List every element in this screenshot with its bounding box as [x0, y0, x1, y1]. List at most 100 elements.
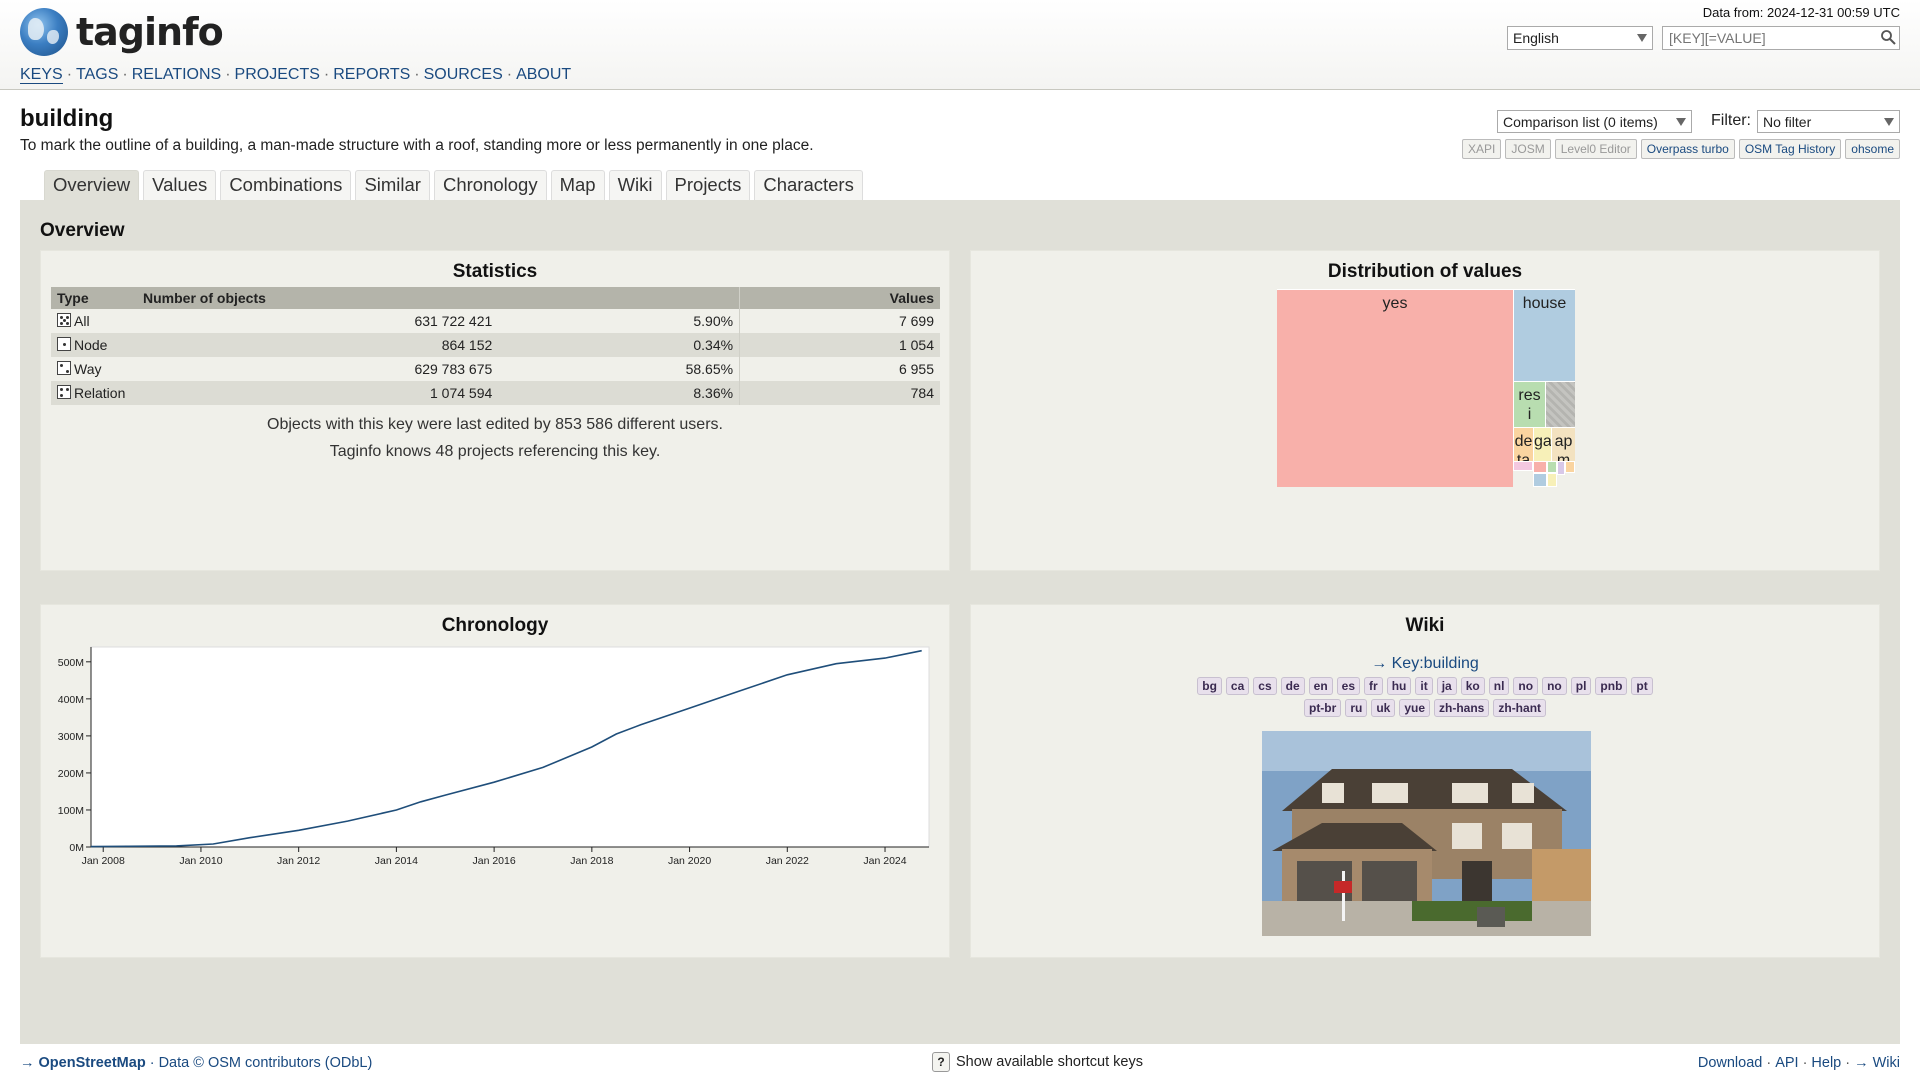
nav-tags[interactable]: TAGS: [76, 66, 118, 83]
chronology-title: Chronology: [441, 615, 549, 636]
data-credit[interactable]: · Data © OSM contributors (ODbL): [150, 1055, 373, 1071]
wiki-key-link[interactable]: → Key:building: [971, 655, 1879, 673]
y-tick-label: 100M: [58, 805, 84, 817]
y-tick-label: 0M: [69, 842, 84, 854]
footer-left: → OpenStreetMap · Data © OSM contributor…: [20, 1055, 372, 1071]
treemap-cell[interactable]: de ta: [1513, 427, 1533, 461]
wiki-lang-ja[interactable]: ja: [1436, 677, 1457, 695]
treemap-cell[interactable]: ga: [1533, 427, 1551, 461]
key-description: To mark the outline of a building, a man…: [20, 137, 814, 154]
footer-link-wiki[interactable]: → Wiki: [1854, 1055, 1900, 1071]
wiki-lang-ca[interactable]: ca: [1225, 677, 1250, 695]
wiki-lang-nl[interactable]: nl: [1488, 677, 1510, 695]
wiki-link-text[interactable]: → Key:building: [1371, 655, 1479, 672]
tab-map[interactable]: Map: [550, 170, 605, 200]
shortcut-hint[interactable]: ? Show available shortcut keys: [932, 1052, 1143, 1072]
ohsome-button[interactable]: ohsome: [1845, 139, 1900, 159]
nav-keys[interactable]: KEYS: [20, 66, 63, 84]
wiki-lang-it[interactable]: it: [1415, 677, 1433, 695]
tab-similar[interactable]: Similar: [355, 170, 430, 200]
footer-link-api[interactable]: API: [1775, 1055, 1798, 1071]
tab-characters[interactable]: Characters: [754, 170, 863, 200]
nav-separator: ·: [225, 66, 231, 83]
wiki-lang-bg[interactable]: bg: [1197, 677, 1222, 695]
col-values: Values: [739, 287, 940, 309]
x-tick-label: Jan 2008: [82, 855, 125, 867]
tab-chronology[interactable]: Chronology: [433, 170, 547, 200]
stats-percent: 5.90%: [498, 309, 741, 333]
treemap-cell[interactable]: ap m: [1551, 427, 1575, 461]
stats-type-label: Node: [74, 337, 108, 353]
nav-reports[interactable]: REPORTS: [333, 66, 410, 83]
search-icon[interactable]: [1880, 29, 1896, 45]
wiki-lang-pt[interactable]: pt: [1631, 677, 1653, 695]
wiki-lang-de[interactable]: de: [1280, 677, 1305, 695]
wiki-lang-es[interactable]: es: [1336, 677, 1361, 695]
tab-combinations[interactable]: Combinations: [220, 170, 352, 200]
external-tools: XAPI JOSM Level0 Editor Overpass turbo OSM T…: [1462, 139, 1900, 159]
overpass-turbo-button[interactable]: Overpass turbo: [1640, 139, 1735, 159]
wiki-lang-zh-hant[interactable]: zh-hant: [1493, 699, 1547, 717]
wiki-lang-hu[interactable]: hu: [1386, 677, 1412, 695]
treemap-cell[interactable]: [1557, 461, 1565, 475]
treemap-cell[interactable]: [1545, 381, 1575, 427]
treemap-cell[interactable]: [1533, 461, 1547, 473]
filter-value: No filter: [1763, 114, 1812, 130]
treemap-cell[interactable]: [1547, 461, 1557, 473]
wiki-lang-pt-br[interactable]: pt-br: [1303, 699, 1342, 717]
footer-link-help[interactable]: Help: [1811, 1055, 1841, 1071]
footer-link-download[interactable]: Download: [1698, 1055, 1763, 1071]
treemap-cell[interactable]: house: [1513, 289, 1575, 381]
nav-relations[interactable]: RELATIONS: [132, 66, 222, 83]
x-tick-label: Jan 2012: [277, 855, 320, 867]
footer-separator: ·: [1766, 1055, 1772, 1071]
wiki-lang-ko[interactable]: ko: [1460, 677, 1485, 695]
xapi-button[interactable]: XAPI: [1462, 139, 1502, 159]
shortcut-text[interactable]: Show available shortcut keys: [956, 1054, 1143, 1070]
wiki-lang-en[interactable]: en: [1308, 677, 1333, 695]
stats-values: 6 955: [739, 357, 940, 381]
wiki-lang-cs[interactable]: cs: [1253, 677, 1277, 695]
top-navigation: KEYS · TAGS · RELATIONS · PROJECTS · REPORTS · SOU…: [20, 66, 571, 84]
nav-sources[interactable]: SOURCES: [424, 66, 503, 83]
nav-separator: ·: [122, 66, 128, 83]
nav-about[interactable]: ABOUT: [516, 66, 571, 83]
values-treemap[interactable]: yes house res i de ta ga ap m: [1277, 289, 1575, 487]
josm-button[interactable]: JOSM: [1505, 139, 1551, 159]
search-input[interactable]: [1662, 26, 1900, 50]
language-select[interactable]: English: [1507, 26, 1653, 50]
treemap-cell[interactable]: [1547, 473, 1557, 487]
treemap-cell[interactable]: yes: [1277, 289, 1513, 487]
wiki-lang-fr[interactable]: fr: [1364, 677, 1383, 695]
y-tick-label: 300M: [58, 731, 84, 743]
way-type-icon: [57, 361, 71, 375]
wiki-lang-no[interactable]: no: [1513, 677, 1539, 695]
nav-projects[interactable]: PROJECTS: [235, 66, 320, 83]
wiki-lang-zh-hans[interactable]: zh-hans: [1434, 699, 1490, 717]
osm-link[interactable]: → OpenStreetMap: [20, 1055, 146, 1071]
treemap-cell[interactable]: [1565, 461, 1575, 473]
tab-overview[interactable]: Overview: [44, 170, 140, 200]
treemap-cell[interactable]: [1533, 473, 1547, 487]
osm-tag-history-button[interactable]: OSM Tag History: [1738, 139, 1842, 159]
y-tick-label: 500M: [58, 657, 84, 669]
distribution-box: Distribution of values yes house res i de t…: [970, 250, 1880, 571]
level0-editor-button[interactable]: Level0 Editor: [1554, 139, 1637, 159]
wiki-lang-no[interactable]: no: [1542, 677, 1567, 695]
tab-values[interactable]: Values: [143, 170, 217, 200]
wiki-lang-uk[interactable]: uk: [1371, 699, 1396, 717]
x-tick-label: Jan 2018: [570, 855, 613, 867]
tab-wiki[interactable]: Wiki: [608, 170, 662, 200]
filter-select[interactable]: No filter: [1757, 110, 1900, 133]
stats-percent: 0.34%: [498, 333, 741, 357]
tab-projects[interactable]: Projects: [665, 170, 751, 200]
treemap-cell[interactable]: res i: [1513, 381, 1545, 427]
comparison-list-select[interactable]: Comparison list (0 items): [1497, 110, 1692, 133]
wiki-lang-yue[interactable]: yue: [1399, 699, 1431, 717]
chevron-down-icon: [1676, 118, 1686, 126]
wiki-lang-pl[interactable]: pl: [1570, 677, 1592, 695]
taginfo-logo[interactable]: taginfo: [20, 8, 224, 56]
wiki-lang-ru[interactable]: ru: [1345, 699, 1368, 717]
treemap-cell[interactable]: [1513, 461, 1533, 471]
wiki-lang-pnb[interactable]: pnb: [1595, 677, 1628, 695]
